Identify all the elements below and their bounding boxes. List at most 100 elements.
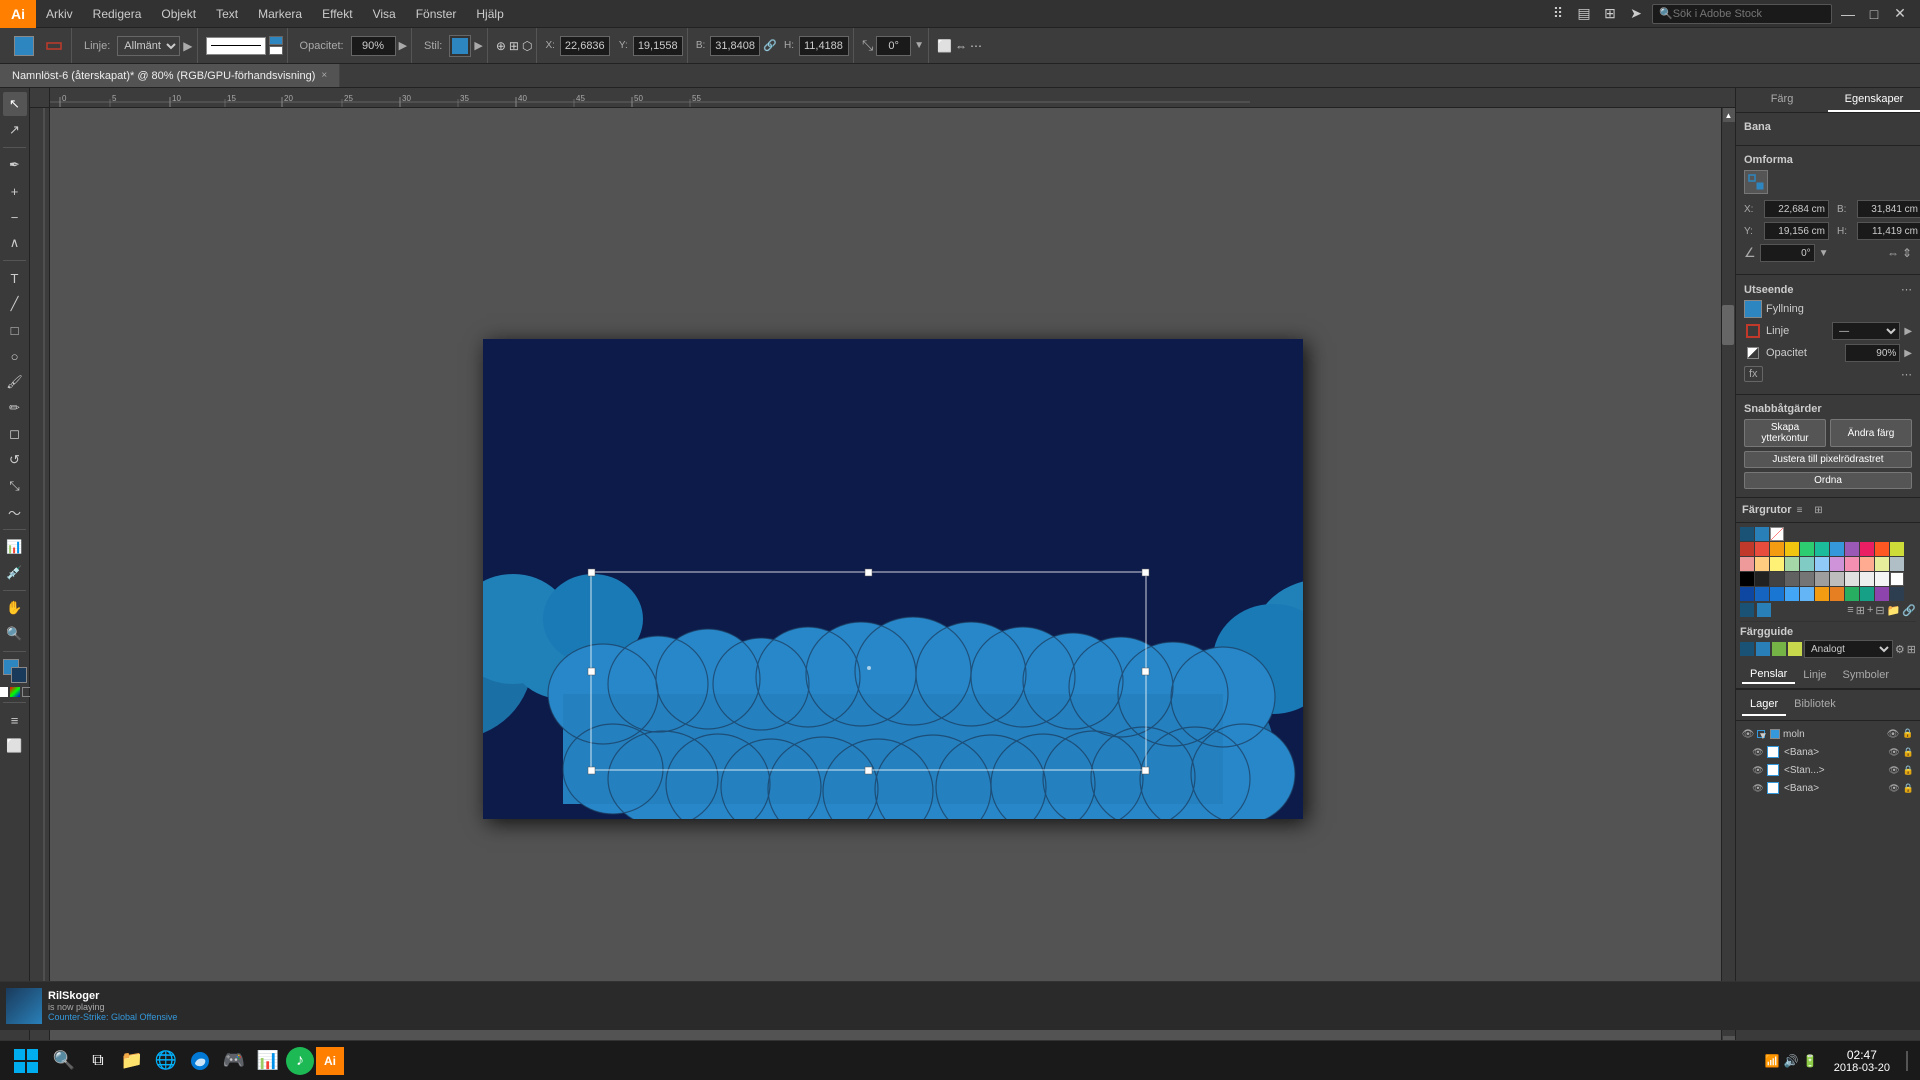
bibliotek-tab[interactable]: Bibliotek bbox=[1786, 694, 1844, 716]
fargguide-swatch4[interactable] bbox=[1788, 642, 1802, 656]
white-swatch[interactable] bbox=[0, 687, 8, 697]
swatch-purple[interactable] bbox=[1845, 542, 1859, 556]
flip-v-icon[interactable]: ⇕ bbox=[1902, 246, 1912, 260]
swatch-action5[interactable]: 📁 bbox=[1887, 604, 1901, 617]
menu-redigera[interactable]: Redigera bbox=[83, 0, 152, 27]
x-input[interactable]: 22,6836 cm bbox=[560, 36, 610, 56]
tab-farg[interactable]: Färg bbox=[1736, 88, 1828, 112]
fargrutor-list-icon[interactable]: ≡ bbox=[1792, 502, 1808, 518]
swatch-verylightgrey[interactable] bbox=[1860, 572, 1874, 586]
swatch-blue3[interactable] bbox=[1830, 542, 1844, 556]
swatch-action3[interactable]: + bbox=[1867, 604, 1873, 617]
fill-stroke-swatch[interactable] bbox=[3, 659, 27, 683]
swatch-darkorange[interactable] bbox=[1815, 587, 1829, 601]
transform-icon[interactable]: ⬡ bbox=[522, 39, 532, 53]
type-tool[interactable]: T bbox=[3, 266, 27, 290]
fargguide-icon1[interactable]: ⚙ bbox=[1895, 643, 1905, 656]
swatch-green[interactable] bbox=[1800, 542, 1814, 556]
swatch-lightgrey1[interactable] bbox=[1830, 572, 1844, 586]
swatch-blue4[interactable] bbox=[1755, 587, 1769, 601]
prop-y-input[interactable]: 19,156 cm bbox=[1764, 222, 1829, 240]
prop-b-input[interactable]: 31,841 cm bbox=[1857, 200, 1920, 218]
line-tool[interactable]: ╱ bbox=[3, 292, 27, 316]
swatch-medblue2[interactable] bbox=[1800, 587, 1814, 601]
graph-tool[interactable]: 📊 bbox=[3, 535, 27, 559]
taskbar-edge[interactable] bbox=[184, 1045, 216, 1077]
flip-icon[interactable]: ⇔ bbox=[955, 39, 967, 53]
menu-effekt[interactable]: Effekt bbox=[312, 0, 362, 27]
swatch-pink[interactable] bbox=[1860, 542, 1874, 556]
layer-vis-bana1[interactable]: 👁 bbox=[1752, 746, 1764, 758]
maximize-icon[interactable]: □ bbox=[1864, 4, 1884, 24]
direct-select-tool[interactable]: ↗ bbox=[3, 118, 27, 142]
swatch-black[interactable] bbox=[1740, 572, 1754, 586]
link-proportions[interactable]: 🔗 bbox=[763, 39, 777, 52]
fargguide-icon2[interactable]: ⊞ bbox=[1907, 643, 1916, 656]
menu-text[interactable]: Text bbox=[206, 0, 248, 27]
layer-vis-bana2[interactable]: 👁 bbox=[1752, 782, 1764, 794]
flip-h-icon[interactable]: ⇔ bbox=[1887, 246, 1899, 260]
linje-select[interactable]: Allmänt bbox=[117, 36, 180, 56]
taskbar-explorer[interactable]: 📁 bbox=[116, 1045, 148, 1077]
swatch-yellow[interactable] bbox=[1785, 542, 1799, 556]
workspace-icon[interactable]: ▤ bbox=[1574, 4, 1594, 24]
taskbar-browser[interactable]: 🌐 bbox=[150, 1045, 182, 1077]
taskbar-search[interactable]: 🔍 bbox=[48, 1045, 80, 1077]
h-input[interactable]: 11,4188 cm bbox=[799, 36, 849, 56]
pen-tool[interactable]: ✒ bbox=[3, 153, 27, 177]
swatch-darkblue[interactable] bbox=[1740, 587, 1754, 601]
prop-h-input[interactable]: 11,419 cm bbox=[1857, 222, 1920, 240]
fargguide-swatch3[interactable] bbox=[1772, 642, 1786, 656]
taskbar-illustrator[interactable]: Ai bbox=[316, 1047, 344, 1075]
rect-tool[interactable]: □ bbox=[3, 318, 27, 342]
fyllning-swatch[interactable] bbox=[1744, 300, 1762, 318]
swatch-white2[interactable] bbox=[1890, 572, 1904, 586]
omforma-icon1[interactable] bbox=[1744, 170, 1768, 194]
fargguide-swatch2[interactable] bbox=[1756, 642, 1770, 656]
prop-angle-input[interactable] bbox=[1760, 244, 1815, 262]
pencil-tool[interactable]: ✏ bbox=[3, 396, 27, 420]
select-tool[interactable]: ↖ bbox=[3, 92, 27, 116]
artboard-tool[interactable]: ⬜ bbox=[3, 734, 27, 758]
layer-lock3[interactable]: 🔒 bbox=[1903, 765, 1914, 776]
layer-moln[interactable]: 👁 ▼ moln 👁 🔒 bbox=[1736, 725, 1920, 743]
swatch-action2[interactable]: ⊞ bbox=[1856, 604, 1865, 617]
menu-arkiv[interactable]: Arkiv bbox=[36, 0, 83, 27]
swatch-bluegrey[interactable] bbox=[1890, 557, 1904, 571]
btn-justera[interactable]: Justera till pixelrödrastret bbox=[1744, 451, 1912, 468]
swatch-lightpink[interactable] bbox=[1845, 557, 1859, 571]
delete-anchor-tool[interactable]: − bbox=[3, 205, 27, 229]
swatch-blue2[interactable] bbox=[1755, 527, 1769, 541]
style-swatch[interactable] bbox=[449, 35, 471, 57]
tray-battery[interactable]: 🔋 bbox=[1803, 1054, 1818, 1068]
eraser-tool[interactable]: ◻ bbox=[3, 422, 27, 446]
swatch-white[interactable] bbox=[1770, 527, 1784, 541]
linje-swatch-container[interactable] bbox=[1744, 322, 1762, 340]
swatch-action6[interactable]: 🔗 bbox=[1902, 604, 1916, 617]
search-input[interactable] bbox=[1673, 8, 1803, 20]
notification-area[interactable] bbox=[1900, 1045, 1914, 1077]
vscrollbar[interactable]: ▲ ▼ bbox=[1721, 108, 1735, 1050]
stroke-toggle[interactable] bbox=[269, 36, 283, 55]
linje-prop-select[interactable]: — bbox=[1832, 322, 1900, 340]
swatch-darkpurple[interactable] bbox=[1875, 587, 1889, 601]
btn-ordna[interactable]: Ordna bbox=[1744, 472, 1912, 489]
swatch-action1[interactable]: ≡ bbox=[1847, 604, 1853, 617]
angle-arrow[interactable]: ▼ bbox=[914, 40, 924, 51]
more-icon[interactable]: ⋯ bbox=[970, 39, 982, 53]
opacity-arrow[interactable]: ▶ bbox=[399, 39, 407, 52]
angle-dropdown[interactable]: ▼ bbox=[1819, 248, 1829, 259]
layer-vis3[interactable]: 👁 bbox=[1888, 765, 1899, 776]
paintbrush-tool[interactable]: 🖌 bbox=[3, 370, 27, 394]
layer-vis2[interactable]: 👁 bbox=[1888, 747, 1899, 758]
linje-arrow[interactable]: ▶ bbox=[183, 39, 192, 53]
linje-tab[interactable]: Linje bbox=[1795, 667, 1834, 683]
taskbar-spotify[interactable]: ♪ bbox=[286, 1047, 314, 1075]
start-button[interactable] bbox=[6, 1045, 46, 1077]
swatch-lightgreen[interactable] bbox=[1785, 557, 1799, 571]
vscroll-thumb[interactable] bbox=[1722, 305, 1734, 345]
btn-andra[interactable]: Ändra färg bbox=[1830, 419, 1912, 447]
menu-visa[interactable]: Visa bbox=[363, 0, 406, 27]
layer-lock[interactable]: 🔒 bbox=[1902, 728, 1914, 740]
hand-tool[interactable]: ✋ bbox=[3, 596, 27, 620]
